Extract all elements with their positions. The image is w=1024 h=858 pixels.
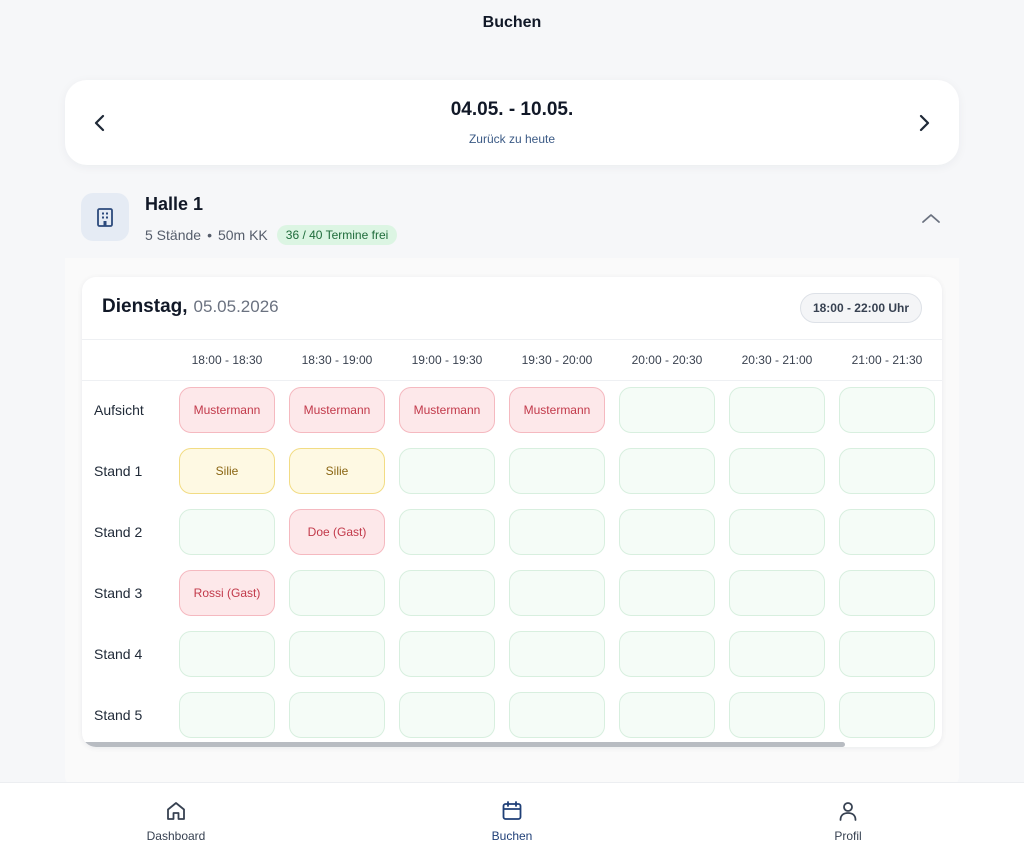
free-slot[interactable] — [399, 570, 495, 616]
free-slot[interactable] — [729, 387, 825, 433]
free-slot[interactable] — [289, 570, 385, 616]
free-slot[interactable] — [619, 570, 715, 616]
free-slots-badge: 36 / 40 Termine frei — [276, 225, 398, 245]
bottom-navigation: Dashboard Buchen Profil — [0, 782, 1024, 858]
free-slot[interactable] — [729, 570, 825, 616]
free-slot[interactable] — [619, 631, 715, 677]
booked-slot[interactable]: Mustermann — [289, 387, 385, 433]
booked-slot[interactable]: Mustermann — [179, 387, 275, 433]
free-slot[interactable] — [509, 692, 605, 738]
time-column-header: 18:30 - 19:00 — [301, 353, 373, 367]
building-icon — [81, 193, 129, 241]
chevron-right-icon — [919, 114, 930, 132]
free-slot[interactable] — [509, 570, 605, 616]
day-name: Dienstag, — [102, 296, 188, 317]
nav-label: Profil — [834, 829, 862, 843]
free-slot[interactable] — [729, 448, 825, 494]
time-range-pill: 18:00 - 22:00 Uhr — [799, 293, 922, 323]
stand-count: 5 Stände — [145, 227, 202, 243]
free-slot[interactable] — [619, 509, 715, 555]
next-week-button[interactable] — [909, 108, 939, 138]
day-date: 05.05.2026 — [193, 297, 279, 316]
hall-header[interactable]: Halle 1 5 Stände • 50m KK 36 / 40 Termin… — [65, 180, 959, 258]
free-slot[interactable] — [839, 448, 935, 494]
row-label: Stand 5 — [94, 707, 143, 723]
free-slot[interactable] — [839, 387, 935, 433]
booked-slot[interactable]: Mustermann — [509, 387, 605, 433]
free-slot[interactable] — [729, 509, 825, 555]
nav-profil[interactable]: Profil — [788, 799, 908, 843]
hall-meta: 5 Stände • 50m KK 36 / 40 Termine frei — [145, 225, 398, 245]
page-title: Buchen — [482, 14, 542, 31]
free-slot[interactable] — [399, 692, 495, 738]
free-slot[interactable] — [839, 631, 935, 677]
free-slot[interactable] — [509, 631, 605, 677]
free-slot[interactable] — [839, 570, 935, 616]
horizontal-scrollbar[interactable] — [82, 742, 845, 747]
divider — [82, 339, 942, 340]
row-label: Stand 2 — [94, 524, 143, 540]
free-slot[interactable] — [399, 509, 495, 555]
booked-slot[interactable]: Mustermann — [399, 387, 495, 433]
week-range: 04.05. - 10.05. — [450, 99, 574, 120]
nav-dashboard[interactable]: Dashboard — [116, 799, 236, 843]
nav-buchen[interactable]: Buchen — [452, 799, 572, 843]
free-slot[interactable] — [179, 631, 275, 677]
chevron-up-icon — [922, 214, 940, 223]
separator-dot: • — [207, 227, 212, 243]
free-slot[interactable] — [619, 387, 715, 433]
free-slot[interactable] — [509, 448, 605, 494]
hall-distance: 50m KK — [217, 227, 268, 243]
time-column-header: 18:00 - 18:30 — [191, 353, 263, 367]
booked-slot[interactable]: Silie — [289, 448, 385, 494]
booked-slot[interactable]: Rossi (Gast) — [179, 570, 275, 616]
free-slot[interactable] — [289, 692, 385, 738]
nav-label: Buchen — [491, 829, 533, 843]
free-slot[interactable] — [399, 448, 495, 494]
free-slot[interactable] — [839, 692, 935, 738]
row-label: Aufsicht — [94, 402, 144, 418]
free-slot[interactable] — [619, 692, 715, 738]
hall-title: Halle 1 — [145, 194, 204, 214]
free-slot[interactable] — [179, 509, 275, 555]
divider — [82, 380, 942, 381]
row-label: Stand 4 — [94, 646, 143, 662]
row-label: Stand 1 — [94, 463, 143, 479]
free-slot[interactable] — [729, 631, 825, 677]
day-heading: Dienstag, 05.05.2026 — [102, 296, 279, 318]
free-slot[interactable] — [729, 692, 825, 738]
day-schedule: Dienstag, 05.05.2026 18:00 - 22:00 Uhr 1… — [82, 277, 942, 747]
time-column-header: 20:30 - 21:00 — [741, 353, 813, 367]
free-slot[interactable] — [179, 692, 275, 738]
free-slot[interactable] — [839, 509, 935, 555]
booked-slot[interactable]: Doe (Gast) — [289, 509, 385, 555]
booked-slot[interactable]: Silie — [179, 448, 275, 494]
home-icon — [116, 799, 236, 823]
time-column-header: 21:00 - 21:30 — [851, 353, 923, 367]
time-column-header: 19:30 - 20:00 — [521, 353, 593, 367]
week-selector: 04.05. - 10.05. Zurück zu heute — [65, 80, 959, 165]
free-slot[interactable] — [289, 631, 385, 677]
free-slot[interactable] — [619, 448, 715, 494]
free-slot[interactable] — [509, 509, 605, 555]
row-label: Stand 3 — [94, 585, 143, 601]
nav-label: Dashboard — [146, 829, 206, 843]
time-column-header: 20:00 - 20:30 — [631, 353, 703, 367]
collapse-button[interactable] — [919, 206, 943, 230]
time-column-header: 19:00 - 19:30 — [411, 353, 483, 367]
back-to-today-link[interactable]: Zurück zu heute — [65, 132, 959, 146]
free-slot[interactable] — [399, 631, 495, 677]
user-icon — [788, 799, 908, 823]
calendar-icon — [452, 799, 572, 823]
